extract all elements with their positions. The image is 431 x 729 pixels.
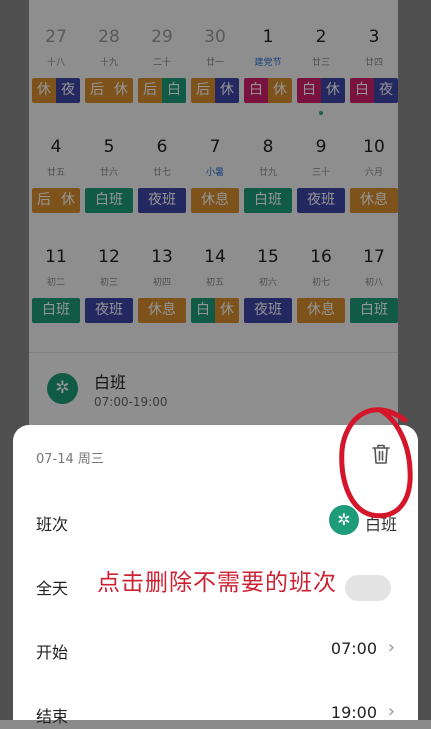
annotation-circle [339, 407, 413, 519]
